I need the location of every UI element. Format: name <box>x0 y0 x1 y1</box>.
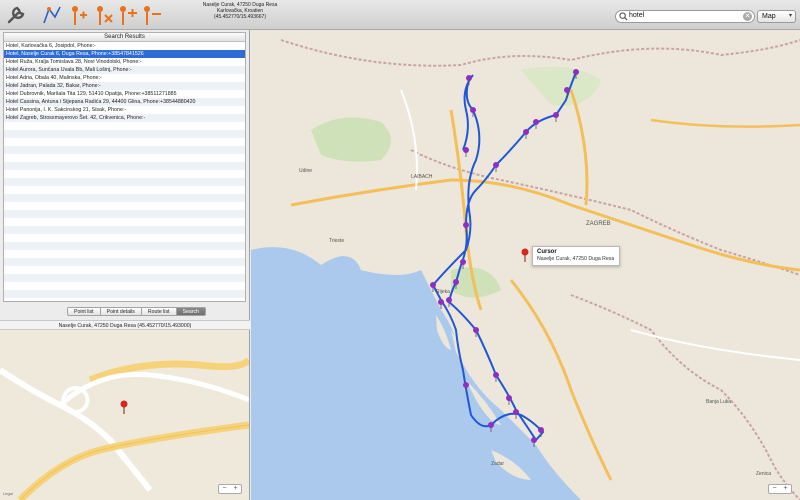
clear-search-icon[interactable]: ✕ <box>743 12 752 21</box>
empty-row <box>4 274 245 282</box>
table-row[interactable]: Hotel Panonija, I. K. Sakcinskog 21, Sis… <box>4 106 245 114</box>
table-row[interactable]: Hotel Zagreb, Strossmayerovo Šet. 42, Cr… <box>4 114 245 122</box>
results-column-header[interactable]: Search Results <box>4 33 245 42</box>
window-title: Naselje Curak, 47250 Duga Resa Karlovačk… <box>190 2 290 20</box>
city-label-trieste: Trieste <box>329 238 344 244</box>
chevron-down-icon: ▾ <box>788 13 792 19</box>
search-input[interactable]: hotel ✕ <box>615 10 755 23</box>
empty-row <box>4 162 245 170</box>
empty-row <box>4 242 245 250</box>
zoom-in-button[interactable]: + <box>783 485 787 493</box>
empty-row <box>4 226 245 234</box>
empty-row <box>4 218 245 226</box>
results-rows: Hotel, Karlovačka 6, Josipdol, Phone:- Ho… <box>4 42 245 298</box>
main-map-zoom[interactable]: − + <box>768 484 792 494</box>
empty-row <box>4 170 245 178</box>
search-icon <box>619 12 628 21</box>
empty-row <box>4 146 245 154</box>
empty-row <box>4 282 245 290</box>
city-label-zadar: Zadar <box>491 461 504 467</box>
city-label-laibach: LAIBACH <box>411 174 433 180</box>
empty-row <box>4 290 245 298</box>
table-row[interactable]: Hotel Ruža, Kralja Tomislava 28, Novi Vi… <box>4 58 245 66</box>
add-point-icon[interactable] <box>66 3 90 27</box>
tab-route-list[interactable]: Route list <box>141 307 177 316</box>
empty-row <box>4 194 245 202</box>
left-panel: Search Results Hotel, Karlovačka 6, Josi… <box>0 30 250 500</box>
empty-row <box>4 178 245 186</box>
search-value: hotel <box>629 12 645 19</box>
zoom-out-button[interactable]: − <box>772 485 776 493</box>
zoom-out-button[interactable]: − <box>222 485 226 493</box>
cursor-pin-icon[interactable] <box>521 248 529 256</box>
cursor-tooltip-address: Naselje Curak, 47250 Duga Resa <box>537 256 615 262</box>
empty-row <box>4 234 245 242</box>
cursor-tooltip: Cursor Naselje Curak, 47250 Duga Resa <box>532 246 620 266</box>
table-row[interactable]: Hotel Aurora, Sunčana Uvala Bb, Mali Loš… <box>4 66 245 74</box>
table-row[interactable]: Hotel Adria, Obala 40, Malinska, Phone:- <box>4 74 245 82</box>
city-label-zenica: Zenica <box>756 471 771 477</box>
map-type-select[interactable]: Map ▾ <box>757 10 796 23</box>
table-row[interactable]: Hotel, Naselje Curak 6, Duga Resa, Phone… <box>4 50 245 58</box>
empty-row <box>4 210 245 218</box>
remove-point-icon[interactable] <box>140 3 164 27</box>
mini-map-zoom[interactable]: − + <box>218 484 242 494</box>
empty-row <box>4 258 245 266</box>
empty-row <box>4 154 245 162</box>
city-label-udine: Udine <box>299 168 312 174</box>
national-park <box>311 117 391 162</box>
empty-row <box>4 202 245 210</box>
tab-point-list[interactable]: Point list <box>67 307 101 316</box>
detail-mini-map[interactable]: Legal − + <box>0 330 249 500</box>
table-row[interactable]: Hotel, Karlovačka 6, Josipdol, Phone:- <box>4 42 245 50</box>
table-row[interactable]: Hotel Cassina, Antuna i Stjepana Radića … <box>4 98 245 106</box>
search-results-table: Search Results Hotel, Karlovačka 6, Josi… <box>3 32 246 302</box>
table-row[interactable]: Hotel Jadran, Palada 32, Bakar, Phone:- <box>4 82 245 90</box>
main-map[interactable]: ZAGREB Trieste Rijeka Zadar Banja Luka L… <box>251 30 800 500</box>
zoom-in-button[interactable]: + <box>233 485 237 493</box>
point-detail-title: Naselje Curak, 47250 Duga Resa (45.45277… <box>0 320 250 330</box>
route-icon[interactable] <box>40 3 64 27</box>
toolbar: Naselje Curak, 47250 Duga Resa Karlovačk… <box>0 0 800 30</box>
title-line-3: (45.452770/15.493667) <box>214 14 266 20</box>
city-label-zagreb: ZAGREB <box>586 221 611 227</box>
city-label-rijeka: Rijeka <box>436 289 450 295</box>
map-type-value: Map <box>762 13 776 20</box>
empty-row <box>4 186 245 194</box>
empty-row <box>4 250 245 258</box>
table-row[interactable]: Hotel Dubrovnik, Maršala Tita 129, 51410… <box>4 90 245 98</box>
panel-tabs: Point list Point details Route list Sear… <box>67 307 206 316</box>
city-label-banja-luka: Banja Luka <box>706 399 731 405</box>
empty-row <box>4 138 245 146</box>
delete-point-icon[interactable] <box>92 3 116 27</box>
empty-row <box>4 130 245 138</box>
tab-search[interactable]: Search <box>176 307 206 316</box>
wrench-icon[interactable] <box>4 3 28 27</box>
cursor-tooltip-title: Cursor <box>537 249 557 255</box>
empty-row <box>4 266 245 274</box>
insert-point-icon[interactable] <box>116 3 140 27</box>
legal-link[interactable]: Legal <box>3 491 13 496</box>
tab-point-details[interactable]: Point details <box>100 307 142 316</box>
empty-row <box>4 122 245 130</box>
